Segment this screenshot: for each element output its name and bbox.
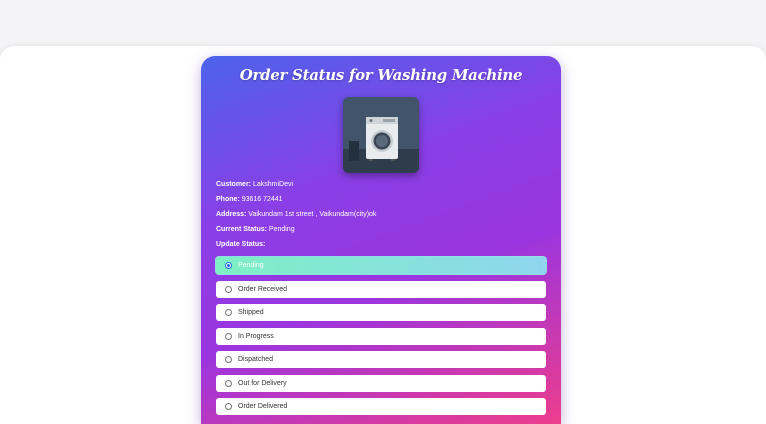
radio-button[interactable]: [225, 332, 232, 340]
product-image: [343, 97, 419, 173]
radio-button[interactable]: [225, 379, 232, 387]
update-status-label: Update Status:: [216, 241, 266, 248]
current-status-info: Current Status: Pending: [216, 226, 295, 234]
status-option-label: In Progress: [238, 332, 274, 340]
radio-button[interactable]: [225, 262, 232, 269]
status-option-pending[interactable]: Pending: [216, 257, 546, 274]
customer-value: LakshmiDevi: [252, 181, 294, 188]
status-option-label: Order Delivered: [238, 403, 288, 410]
status-option-out-for-delivery[interactable]: Out for Delivery: [216, 374, 546, 392]
address-label: Address:: [216, 211, 247, 218]
radio-button[interactable]: [225, 356, 232, 363]
radio-button[interactable]: [225, 285, 232, 293]
customer-label: Customer:: [216, 181, 252, 188]
current-status-label: Current Status:: [216, 226, 267, 233]
status-option-order-delivered[interactable]: Order Delivered: [216, 398, 546, 415]
status-option-label: Order Received: [238, 285, 288, 293]
status-option-dispatched[interactable]: Dispatched: [216, 351, 546, 368]
washing-machine-icon: [343, 97, 419, 173]
phone-label: Phone:: [216, 196, 240, 203]
status-option-in-progress[interactable]: In Progress: [216, 327, 546, 345]
status-option-label: Dispatched: [238, 356, 274, 363]
status-option-label: Shipped: [238, 309, 264, 316]
update-status-heading: Update Status:: [216, 241, 265, 249]
radio-button[interactable]: [225, 403, 232, 410]
address-value: Vaikundam 1st street , Vaikundam(city)ok: [248, 211, 377, 218]
status-option-order-received[interactable]: Order Received: [216, 280, 546, 298]
address-info: Address: Vaikundam 1st street , Vaikunda…: [216, 211, 376, 219]
status-options-list: Pending Order Received Shipped In Progre…: [216, 257, 546, 422]
customer-info: Customer: LakshmiDevi: [216, 181, 293, 189]
status-option-label: Out for Delivery: [238, 379, 287, 387]
page-title: Order Status for Washing Machine: [239, 66, 523, 84]
status-option-label: Pending: [238, 262, 264, 269]
status-option-shipped[interactable]: Shipped: [216, 304, 546, 321]
phone-info: Phone: 93616 72441: [216, 196, 283, 204]
phone-value: 93616 72441: [241, 196, 283, 203]
radio-button[interactable]: [225, 309, 232, 316]
current-status-value: Pending: [268, 226, 295, 233]
order-status-card: Order Status for Washing Machine Custome…: [201, 56, 561, 424]
